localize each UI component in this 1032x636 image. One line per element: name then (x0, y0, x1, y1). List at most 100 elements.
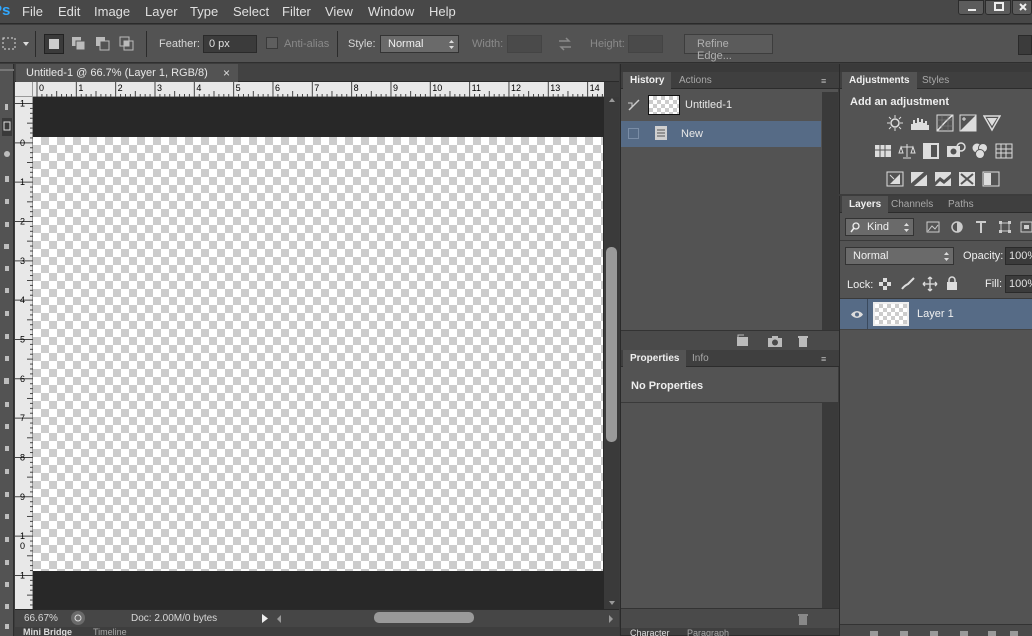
vibrance-icon[interactable] (983, 114, 1001, 132)
filter-smart-object-icon[interactable] (1020, 220, 1032, 234)
threshold-icon[interactable] (934, 170, 952, 188)
layers-footer-icons[interactable] (860, 627, 1020, 636)
fill-input[interactable]: 100% (1005, 275, 1032, 293)
invert-icon[interactable] (886, 170, 904, 188)
tab-adjustments[interactable]: Adjustments (842, 72, 917, 89)
horizontal-scroll-thumb[interactable] (374, 612, 474, 623)
gradient-map-icon[interactable] (982, 170, 1000, 188)
filter-shape-icon[interactable] (998, 220, 1012, 234)
blend-mode-dropdown[interactable]: Normal (845, 247, 954, 265)
chevron-down-icon[interactable] (22, 40, 30, 48)
subtract-from-selection-icon[interactable] (94, 35, 112, 53)
color-balance-icon[interactable] (898, 142, 916, 160)
brightness-contrast-icon[interactable] (886, 114, 904, 132)
minimize-button[interactable] (958, 0, 984, 15)
workspace-field[interactable] (1018, 35, 1032, 55)
tab-styles[interactable]: Styles (915, 72, 956, 89)
app-logo[interactable]: Ps (0, 2, 12, 20)
horizontal-ruler[interactable]: 0 1 2 3 4 5 6 7 8 9 10 11 12 13 14 (33, 82, 604, 97)
menu-view[interactable]: View (325, 4, 353, 19)
tab-paragraph[interactable]: Paragraph (687, 629, 729, 636)
menu-help[interactable]: Help (429, 4, 456, 19)
camera-icon[interactable] (767, 334, 783, 348)
close-window-button[interactable] (1012, 0, 1032, 15)
lock-position-icon[interactable] (922, 276, 938, 292)
tab-layers[interactable]: Layers (842, 196, 889, 213)
tab-actions[interactable]: Actions (672, 72, 719, 89)
vertical-ruler[interactable]: 10123456789101 (15, 97, 33, 609)
layer-row[interactable]: Layer 1 (840, 299, 1032, 329)
feather-input[interactable]: 0 px (203, 35, 257, 53)
refine-edge-button[interactable]: Refine Edge... (684, 34, 773, 62)
tab-paths[interactable]: Paths (941, 196, 981, 213)
tab-history[interactable]: History (623, 72, 672, 89)
trash-icon[interactable] (796, 612, 810, 626)
style-dropdown[interactable]: Normal (380, 35, 459, 53)
zoom-level[interactable]: 66.67% (24, 613, 58, 624)
filter-adjustment-icon[interactable] (950, 220, 964, 234)
levels-icon[interactable] (910, 114, 930, 132)
layer-name[interactable]: Layer 1 (917, 308, 954, 320)
swap-arrows-icon[interactable] (557, 36, 573, 52)
menu-filter[interactable]: Filter (282, 4, 311, 19)
status-share-button[interactable] (71, 611, 85, 625)
eye-icon[interactable] (850, 310, 864, 319)
panel-menu-icon[interactable]: ≡ (821, 76, 833, 86)
status-menu-arrow-icon[interactable] (261, 614, 269, 623)
menu-window[interactable]: Window (368, 4, 414, 19)
menu-select[interactable]: Select (233, 4, 269, 19)
vertical-scroll-thumb[interactable] (606, 247, 617, 442)
new-selection-button[interactable] (44, 34, 64, 54)
scroll-down-icon[interactable] (608, 600, 616, 606)
tab-character[interactable]: Character (630, 629, 670, 636)
marquee-tool-preset-icon[interactable] (2, 36, 18, 52)
scroll-right-icon[interactable] (608, 615, 614, 623)
history-state-checkbox[interactable] (628, 128, 639, 139)
filter-type-icon[interactable] (974, 220, 988, 234)
tab-mini-bridge[interactable]: Mini Bridge (23, 628, 72, 636)
scroll-left-icon[interactable] (276, 615, 282, 623)
menu-edit[interactable]: Edit (58, 4, 80, 19)
width-input[interactable] (507, 35, 542, 53)
menu-image[interactable]: Image (94, 4, 130, 19)
menu-layer[interactable]: Layer (145, 4, 178, 19)
color-lookup-icon[interactable] (995, 142, 1013, 160)
lock-all-icon[interactable] (946, 276, 958, 290)
hue-saturation-icon[interactable] (874, 142, 892, 160)
menu-file[interactable]: File (22, 4, 43, 19)
panel-menu-icon[interactable]: ≡ (821, 354, 833, 364)
posterize-icon[interactable] (910, 170, 928, 188)
history-snapshot[interactable]: Untitled-1 (621, 92, 821, 118)
filter-pixel-icon[interactable] (926, 221, 940, 233)
curves-icon[interactable] (936, 114, 954, 132)
lock-transparent-pixels-icon[interactable] (879, 278, 891, 290)
properties-scrollbar[interactable] (822, 403, 838, 608)
history-brush-icon[interactable] (627, 98, 643, 112)
channel-mixer-icon[interactable] (971, 142, 989, 160)
opacity-input[interactable]: 100% (1005, 247, 1032, 265)
history-scrollbar[interactable] (822, 92, 838, 332)
add-to-selection-icon[interactable] (70, 35, 88, 53)
transparent-canvas[interactable] (33, 137, 603, 571)
close-tab-icon[interactable]: × (223, 66, 230, 80)
photo-filter-icon[interactable] (946, 142, 966, 160)
scroll-up-icon[interactable] (608, 97, 616, 103)
tab-info[interactable]: Info (685, 350, 716, 367)
anti-alias-checkbox[interactable] (266, 37, 278, 49)
intersect-selection-icon[interactable] (118, 35, 136, 53)
tab-properties[interactable]: Properties (623, 350, 687, 367)
black-white-icon[interactable] (922, 142, 940, 160)
lock-image-pixels-icon[interactable] (900, 277, 916, 291)
trash-icon[interactable] (796, 334, 810, 348)
exposure-icon[interactable] (959, 114, 977, 132)
tool-icons-strip[interactable] (0, 94, 14, 634)
selective-color-icon[interactable] (958, 170, 976, 188)
tab-timeline[interactable]: Timeline (93, 628, 127, 636)
layer-filter-dropdown[interactable]: Kind (845, 218, 914, 236)
history-state[interactable]: New (621, 121, 821, 147)
ruler-origin[interactable] (15, 82, 33, 97)
tab-channels[interactable]: Channels (884, 196, 940, 213)
menu-type[interactable]: Type (190, 4, 218, 19)
height-input[interactable] (628, 35, 663, 53)
new-document-from-state-icon[interactable] (735, 334, 751, 348)
